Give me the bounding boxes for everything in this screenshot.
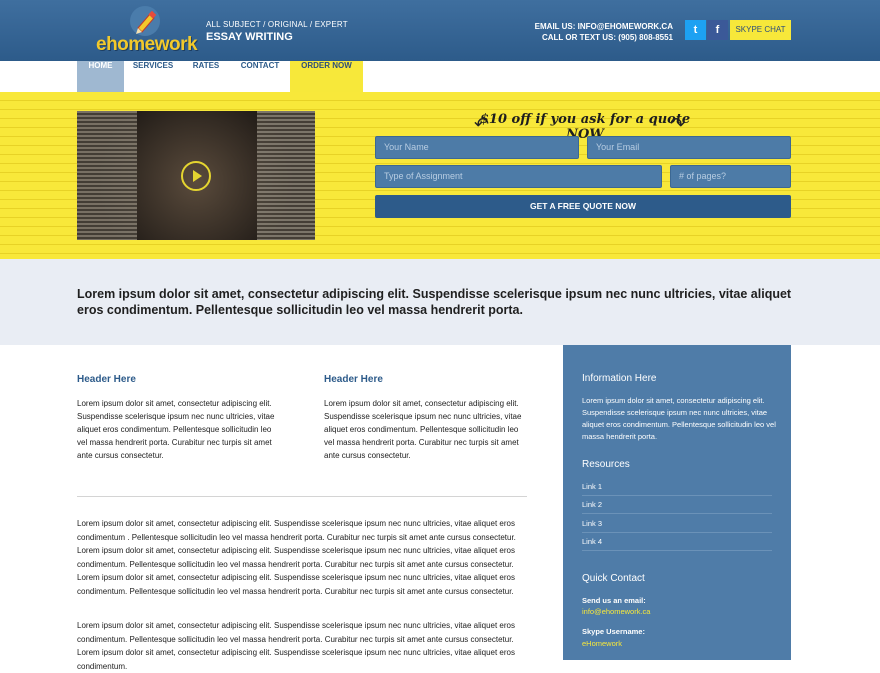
nav-order-now[interactable]: ORDER NOW xyxy=(290,61,363,92)
sidebar-link-4[interactable]: Link 4 xyxy=(582,533,772,551)
logo[interactable]: ehomework xyxy=(94,4,198,58)
header-email[interactable]: EMAIL US: INFO@EHOMEWORK.CA xyxy=(535,21,673,32)
nav-rates[interactable]: RATES xyxy=(182,61,230,92)
facebook-icon[interactable]: f xyxy=(707,20,728,40)
sidebar-skype-label: Skype Username: xyxy=(582,627,645,636)
arrow-right-icon: ↷ xyxy=(670,114,686,135)
intro-text: Lorem ipsum dolor sit amet, consectetur … xyxy=(77,287,792,317)
column-2-text: Lorem ipsum dolor sit amet, consectetur … xyxy=(324,399,522,460)
column-1-header: Header Here xyxy=(77,374,136,385)
video-player[interactable] xyxy=(77,111,315,240)
email-input[interactable]: Your Email xyxy=(587,136,791,159)
sidebar-email-label: Send us an email: xyxy=(582,596,646,605)
pages-input[interactable]: # of pages? xyxy=(670,165,791,188)
intro-section: Lorem ipsum dolor sit amet, consectetur … xyxy=(0,259,880,345)
divider xyxy=(77,496,527,497)
name-input[interactable]: Your Name xyxy=(375,136,579,159)
sidebar-info-text: Lorem ipsum dolor sit amet, consectetur … xyxy=(582,396,776,441)
sidebar-link-1[interactable]: Link 1 xyxy=(582,478,772,496)
body-paragraph-2: Lorem ipsum dolor sit amet, consectetur … xyxy=(77,621,515,671)
sidebar-info-header: Information Here xyxy=(582,373,657,384)
nav-home[interactable]: HOME xyxy=(77,61,124,92)
main-nav: HOME SERVICES RATES CONTACT ORDER NOW xyxy=(0,61,880,92)
nav-services[interactable]: SERVICES xyxy=(124,61,182,92)
sidebar: Information Here Lorem ipsum dolor sit a… xyxy=(563,345,791,660)
sidebar-skype-username: eHomework xyxy=(582,639,623,648)
column-1-text: Lorem ipsum dolor sit amet, consectetur … xyxy=(77,399,275,460)
skype-chat-button[interactable]: SKYPE CHAT xyxy=(730,20,791,40)
twitter-icon[interactable]: t xyxy=(685,20,706,40)
sidebar-link-3[interactable]: Link 3 xyxy=(582,515,772,533)
sidebar-quick-contact-header: Quick Contact xyxy=(582,573,645,584)
site-header: ehomework ALL SUBJECT / ORIGINAL / EXPER… xyxy=(0,0,880,61)
logo-text: ehomework xyxy=(96,34,198,55)
body-paragraph-1: Lorem ipsum dolor sit amet, consectetur … xyxy=(77,519,516,596)
sidebar-resources-header: Resources xyxy=(582,459,630,470)
sidebar-link-2[interactable]: Link 2 xyxy=(582,496,772,514)
tagline-big: ESSAY WRITING xyxy=(206,31,293,43)
header-contact: EMAIL US: INFO@EHOMEWORK.CA CALL OR TEXT… xyxy=(535,21,673,43)
video-thumbnail xyxy=(77,111,137,240)
pencil-icon xyxy=(130,6,160,36)
tagline-small: ALL SUBJECT / ORIGINAL / EXPERT xyxy=(206,20,348,29)
video-thumbnail-right xyxy=(257,111,315,240)
header-phone: CALL OR TEXT US: (905) 808-8551 xyxy=(541,33,673,42)
assignment-type-input[interactable]: Type of Assignment xyxy=(375,165,662,188)
column-2-header: Header Here xyxy=(324,374,383,385)
nav-contact[interactable]: CONTACT xyxy=(230,61,290,92)
sidebar-email-link[interactable]: info@ehomework.ca xyxy=(582,607,650,616)
tagline: ALL SUBJECT / ORIGINAL / EXPERT ESSAY WR… xyxy=(206,20,348,43)
play-icon[interactable] xyxy=(181,161,211,191)
get-quote-button[interactable]: GET A FREE QUOTE NOW xyxy=(375,195,791,218)
